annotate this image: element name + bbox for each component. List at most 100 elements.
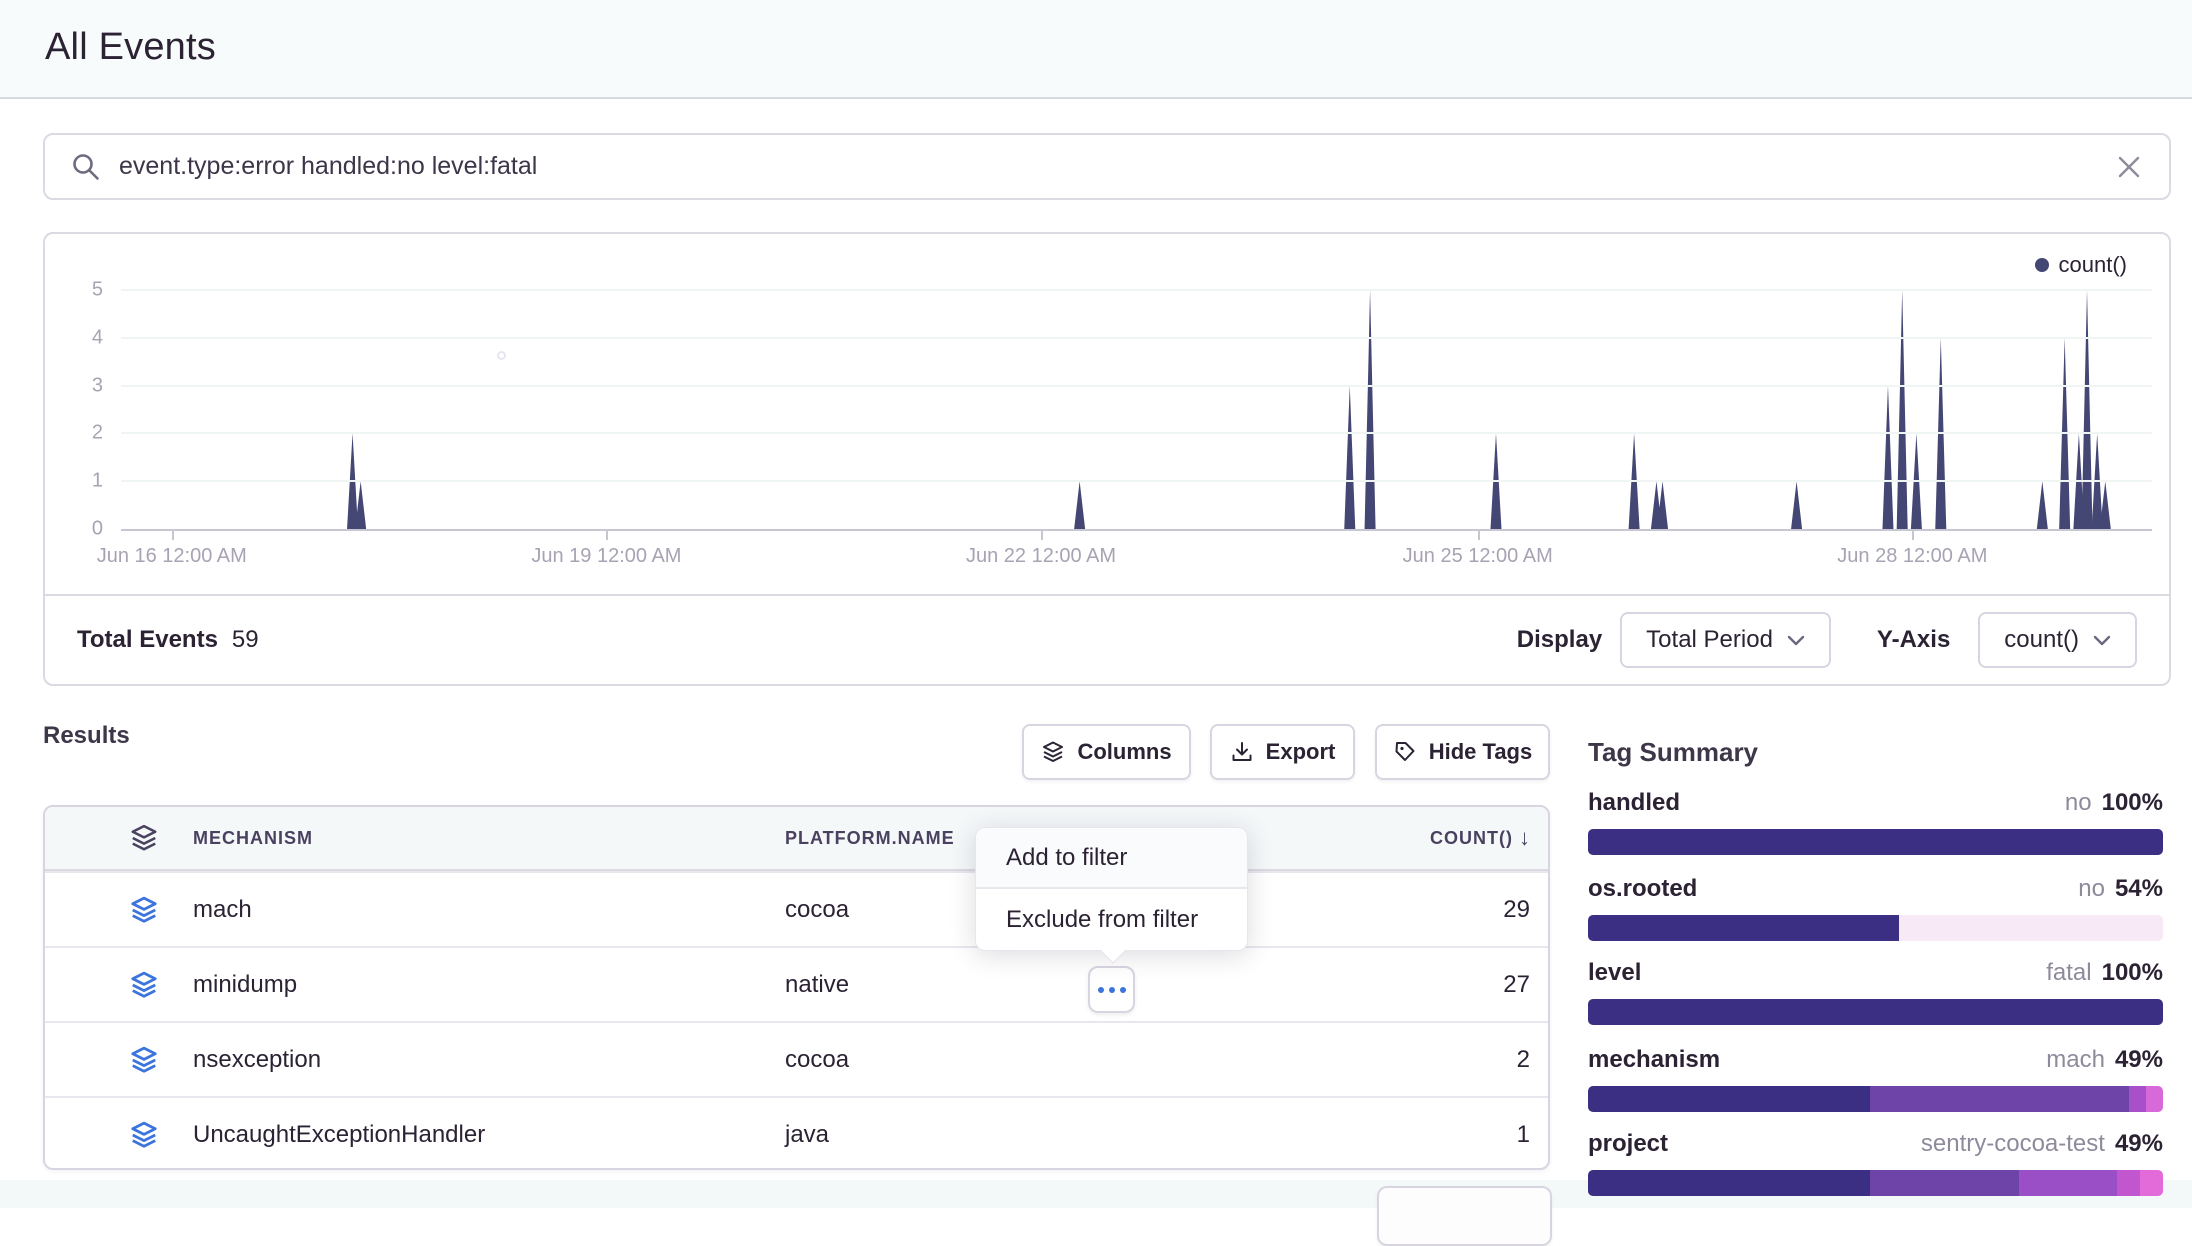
tag-bar-segment: [2117, 1170, 2140, 1196]
chart-spike: [1897, 290, 1908, 529]
tag-bar[interactable]: [1588, 1170, 2163, 1196]
tag-bar-segment: [1588, 1086, 1870, 1112]
chart-point-marker: [497, 351, 506, 360]
x-axis-tick: [1912, 531, 1914, 540]
tag-bar-segment: [1588, 999, 2163, 1025]
layers-icon: [1041, 740, 1065, 764]
chart-spike: [1344, 386, 1355, 529]
table-row[interactable]: UncaughtExceptionHandler java 1: [45, 1096, 1548, 1170]
layers-icon[interactable]: [129, 823, 159, 853]
cell-platform[interactable]: native: [785, 971, 849, 999]
gridline: [121, 432, 2152, 434]
display-label: Display: [1517, 626, 1602, 654]
y-axis-label: 4: [45, 326, 103, 349]
tag-summary-title: Tag Summary: [1588, 737, 2163, 768]
tag-bar-segment: [1870, 1086, 2129, 1112]
x-axis-tick: [606, 531, 608, 540]
tag-bar-segment: [1870, 1170, 2020, 1196]
chart-spike: [2100, 481, 2111, 529]
tag-percent: 54%: [2115, 875, 2163, 903]
tag-percent: 49%: [2115, 1046, 2163, 1074]
export-button[interactable]: Export: [1210, 724, 1355, 780]
chart-spike: [1882, 386, 1893, 529]
tag-bar-segment: [1588, 915, 1899, 941]
tag-entry-mechanism: mechanism mach 49%: [1588, 1046, 2163, 1112]
table-row[interactable]: nsexception cocoa 2: [45, 1021, 1548, 1096]
hide-tags-button[interactable]: Hide Tags: [1375, 724, 1550, 780]
tag-bar[interactable]: [1588, 1086, 2163, 1112]
column-header-mechanism[interactable]: MECHANISM: [193, 828, 313, 849]
cell-platform[interactable]: cocoa: [785, 1046, 849, 1074]
ellipsis-dot: [1109, 987, 1115, 993]
gridline: [121, 480, 2152, 482]
cell-mechanism[interactable]: minidump: [193, 971, 297, 999]
cell-count[interactable]: 2: [1517, 1046, 1530, 1074]
total-events-value: 59: [232, 626, 259, 654]
x-axis-tick: [1478, 531, 1480, 540]
search-input[interactable]: event.type:error handled:no level:fatal: [119, 152, 2115, 181]
search-icon: [71, 152, 101, 182]
page-title: All Events: [45, 26, 216, 69]
menu-item-add-to-filter[interactable]: Add to filter: [976, 828, 1247, 889]
tag-bar[interactable]: [1588, 999, 2163, 1025]
tag-bar-segment: [1588, 1170, 1870, 1196]
layers-icon: [129, 895, 159, 925]
tag-bar-segment: [1899, 915, 2164, 941]
tag-top-value: no: [2078, 875, 2105, 903]
table-row[interactable]: minidump native 27: [45, 946, 1548, 1021]
x-axis-label: Jun 16 12:00 AM: [52, 545, 292, 568]
legend-series-label: count(): [2059, 252, 2127, 278]
tag-entry-os-rooted: os.rooted no 54%: [1588, 875, 2163, 941]
tag-name[interactable]: project: [1588, 1130, 1668, 1158]
tag-entry-level: level fatal 100%: [1588, 959, 2163, 1025]
table-row[interactable]: mach cocoa 29: [45, 871, 1548, 946]
tag-bar-segment: [1588, 829, 2163, 855]
tag-top-value: mach: [2046, 1046, 2105, 1074]
chevron-down-icon: [2093, 635, 2111, 646]
x-axis-line: [121, 529, 2152, 531]
search-bar[interactable]: event.type:error handled:no level:fatal: [43, 133, 2171, 200]
cell-mechanism[interactable]: mach: [193, 896, 252, 924]
cell-count[interactable]: 27: [1503, 971, 1530, 999]
gridline: [121, 337, 2152, 339]
cell-count[interactable]: 29: [1503, 896, 1530, 924]
display-select[interactable]: Total Period: [1620, 612, 1831, 668]
tag-name[interactable]: mechanism: [1588, 1046, 1720, 1074]
x-axis-label: Jun 25 12:00 AM: [1358, 545, 1598, 568]
column-header-platform-name[interactable]: PLATFORM.NAME: [785, 828, 955, 849]
chart-spike: [1791, 481, 1802, 529]
cell-actions-button[interactable]: [1088, 966, 1135, 1013]
tag-bar-segment: [2140, 1170, 2163, 1196]
chevron-down-icon: [1787, 635, 1805, 646]
pagination-buttons[interactable]: [1377, 1186, 1552, 1246]
gridline: [121, 385, 2152, 387]
cell-platform[interactable]: cocoa: [785, 896, 849, 924]
columns-button[interactable]: Columns: [1022, 724, 1191, 780]
tag-bar[interactable]: [1588, 829, 2163, 855]
chart-spike: [2037, 481, 2048, 529]
tag-percent: 100%: [2102, 789, 2163, 817]
export-button-label: Export: [1266, 739, 1336, 765]
yaxis-select[interactable]: count(): [1978, 612, 2137, 668]
tag-name[interactable]: handled: [1588, 789, 1680, 817]
chart-plot-area: [121, 290, 2152, 529]
cell-mechanism[interactable]: UncaughtExceptionHandler: [193, 1121, 485, 1149]
y-axis-label: 3: [45, 374, 103, 397]
cell-platform[interactable]: java: [785, 1121, 829, 1149]
tag-name[interactable]: os.rooted: [1588, 875, 1697, 903]
legend-series-dot: [2035, 258, 2049, 272]
gridline: [121, 289, 2152, 291]
clear-search-icon[interactable]: [2115, 153, 2143, 181]
tag-bar[interactable]: [1588, 915, 2163, 941]
x-axis-tick: [172, 531, 174, 540]
cell-count[interactable]: 1: [1517, 1121, 1530, 1149]
chart-spike: [355, 481, 366, 529]
cell-mechanism[interactable]: nsexception: [193, 1046, 321, 1074]
tag-bar-segment: [2019, 1170, 2117, 1196]
page-header: All Events: [0, 0, 2192, 99]
total-events-label: Total Events: [77, 626, 218, 654]
tag-name[interactable]: level: [1588, 959, 1641, 987]
hide-tags-button-label: Hide Tags: [1429, 739, 1533, 765]
column-header-count[interactable]: COUNT() ↓: [1430, 825, 1530, 851]
tag-entry-project: project sentry-cocoa-test 49%: [1588, 1130, 2163, 1196]
